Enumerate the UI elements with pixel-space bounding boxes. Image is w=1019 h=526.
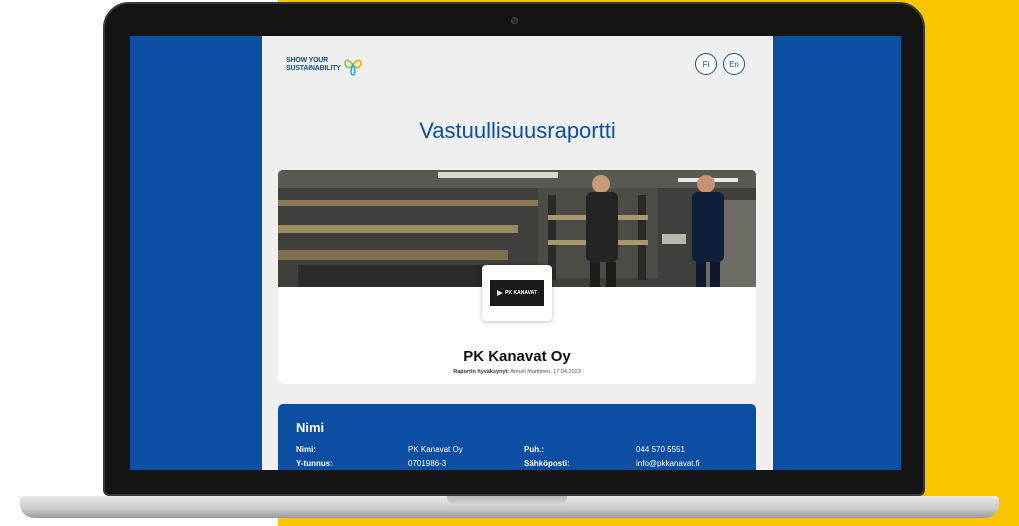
report-page: SHOW YOUR SUSTAINABILITY Fi En Vastuulli… bbox=[262, 36, 773, 470]
approval-label: Raportin hyväksynyt: bbox=[453, 369, 510, 375]
page-title: Vastuullisuusraportti bbox=[419, 118, 616, 143]
info-value-email[interactable]: info@pkkanavat.fi bbox=[636, 459, 700, 468]
logo-line-2: SUSTAINABILITY bbox=[286, 65, 341, 72]
site-logo[interactable]: SHOW YOUR SUSTAINABILITY bbox=[286, 54, 363, 76]
logo-line-1: SHOW YOUR bbox=[286, 57, 329, 64]
company-name: PK Kanavat Oy bbox=[463, 348, 571, 365]
info-label: Y-tunnus: bbox=[296, 459, 333, 468]
approval-value: Anneli Marttinen, 17.04.2023 bbox=[510, 369, 581, 375]
company-logo-mark: PK KANAVAT bbox=[490, 280, 544, 306]
company-card: PK KANAVAT PK Kanavat Oy Raportin hyväks… bbox=[278, 170, 756, 384]
info-row-phone: Puh.: bbox=[524, 445, 544, 454]
laptop-screen: SHOW YOUR SUSTAINABILITY Fi En Vastuulli… bbox=[130, 36, 901, 470]
company-logo-text: PK KANAVAT bbox=[505, 290, 537, 296]
info-label: Nimi: bbox=[296, 445, 316, 454]
arrow-logo-icon bbox=[497, 290, 504, 296]
approval-info: Raportin hyväksynyt: Anneli Marttinen, 1… bbox=[278, 369, 756, 375]
info-label: Sähköposti: bbox=[524, 459, 570, 468]
company-logo: PK KANAVAT bbox=[482, 265, 552, 321]
info-row-name: Nimi: bbox=[296, 445, 316, 454]
info-panel-title: Nimi bbox=[296, 420, 325, 435]
webcam-icon bbox=[511, 17, 518, 24]
company-info-panel: Nimi Nimi: PK Kanavat Oy Y-tunnus: 07019… bbox=[278, 404, 756, 470]
language-fi-button[interactable]: Fi bbox=[695, 53, 717, 75]
info-value-business-id: 0701986-3 bbox=[408, 459, 447, 468]
info-row-business-id: Y-tunnus: bbox=[296, 459, 333, 468]
info-label: Puh.: bbox=[524, 445, 544, 454]
info-row-email: Sähköposti: bbox=[524, 459, 570, 468]
language-en-button[interactable]: En bbox=[723, 53, 745, 75]
info-value-name: PK Kanavat Oy bbox=[408, 445, 463, 454]
logo-text: SHOW YOUR SUSTAINABILITY bbox=[286, 57, 341, 73]
laptop-notch bbox=[447, 496, 567, 505]
info-value-phone[interactable]: 044 570 5551 bbox=[636, 445, 685, 454]
leaf-logo-icon bbox=[343, 59, 362, 76]
